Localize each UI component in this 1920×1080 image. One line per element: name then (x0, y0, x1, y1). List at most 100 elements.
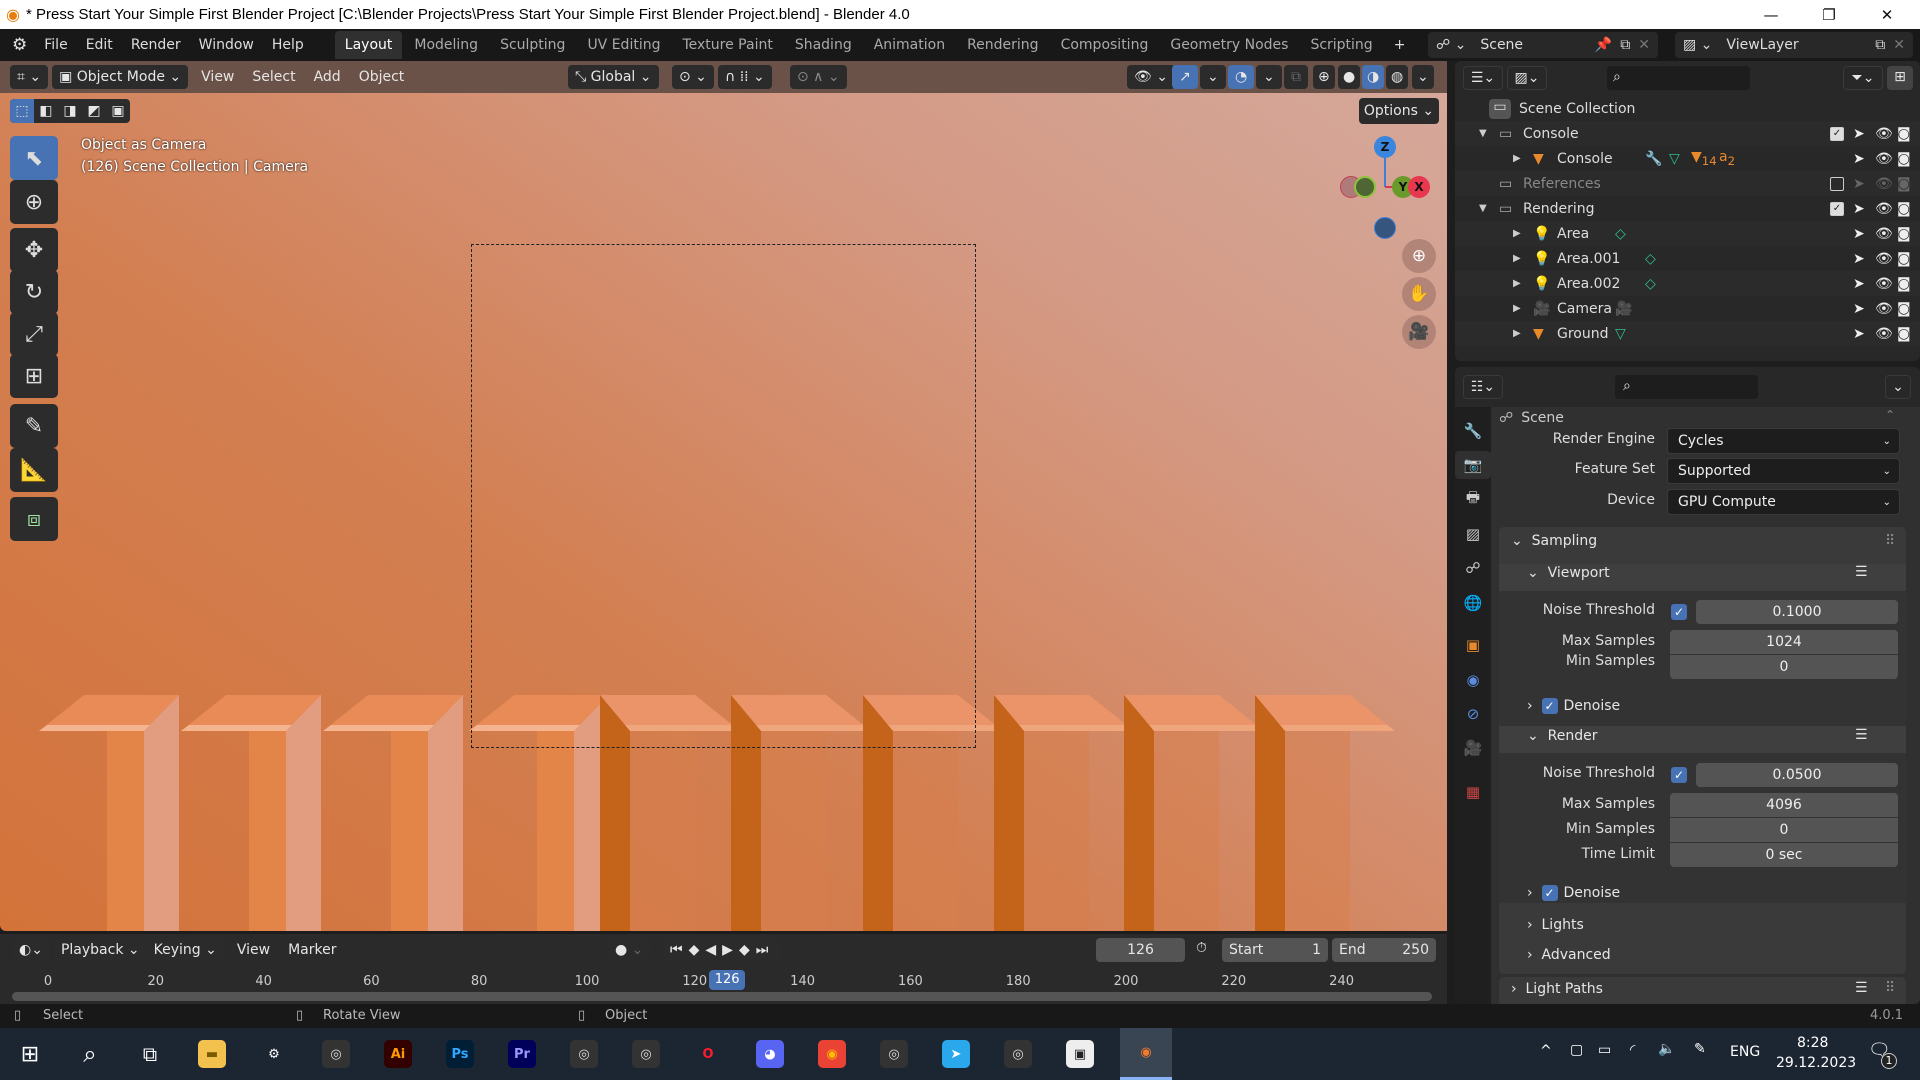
eye-icon[interactable]: 👁 (1875, 301, 1893, 317)
scene-selector[interactable]: ☍ ⌄ Scene 📌 ⧉ ✕ (1428, 32, 1658, 58)
menu-view[interactable]: View (192, 69, 243, 85)
properties-options-button[interactable]: ⌄ (1885, 375, 1911, 399)
gizmo-dropdown[interactable]: ⌄ (1200, 65, 1226, 89)
scene-tab[interactable]: ☍ (1459, 554, 1487, 582)
presets-icon[interactable]: ☰ (1855, 727, 1868, 743)
blender-menu-icon[interactable]: ⚙ (12, 35, 27, 55)
render-max-samples-field[interactable]: 4096 (1670, 793, 1898, 817)
viewport-denoise-header[interactable]: › ✓ Denoise (1527, 698, 1620, 714)
render-noise-checkbox[interactable]: ✓ (1671, 767, 1687, 783)
viewport-max-samples-field[interactable]: 1024 (1670, 630, 1898, 654)
add-workspace-button[interactable]: + (1385, 32, 1415, 58)
clock-date[interactable]: 29.12.2023 (1776, 1055, 1856, 1071)
render-subpanel-header[interactable]: ⌄ Render (1527, 728, 1597, 744)
menu-object[interactable]: Object (350, 69, 414, 85)
tab-shading[interactable]: Shading (785, 31, 862, 59)
rotate-tool[interactable]: ↻ (10, 270, 58, 314)
delete-view-layer-icon[interactable]: ✕ (1893, 37, 1905, 53)
scale-tool[interactable]: ⤢ (10, 312, 58, 356)
new-collection-button[interactable]: ⊞ (1887, 66, 1913, 90)
pen-icon[interactable]: ✎ (1694, 1041, 1706, 1057)
pan-view-button[interactable]: ✋ (1402, 277, 1436, 311)
drag-handle-icon[interactable]: ⠿ (1885, 533, 1895, 549)
render-camera-icon[interactable]: ◙ (1897, 176, 1911, 192)
sampling-header[interactable]: ⌄ Sampling (1511, 533, 1597, 549)
minimize-button[interactable]: — (1748, 0, 1794, 29)
outliner-filter-mode[interactable]: ▨⌄ (1507, 66, 1547, 90)
transform-tool[interactable]: ⊞ (10, 354, 58, 398)
taskbar-blender[interactable]: ◉ (1120, 1028, 1172, 1080)
proportional-edit-toggle[interactable]: ⊙ ∧ ⌄ (790, 65, 847, 89)
editor-type-button[interactable]: ⌗ ⌄ (10, 65, 49, 89)
menu-file[interactable]: File (35, 32, 76, 58)
texture-tab[interactable]: ▦ (1459, 778, 1487, 806)
exclude-checkbox[interactable]: ✓ (1830, 126, 1844, 141)
new-view-layer-icon[interactable]: ⧉ (1875, 37, 1885, 53)
physics-tab[interactable]: ◉ (1459, 666, 1487, 694)
selectable-icon[interactable]: ➤ (1853, 276, 1865, 292)
taskbar-premiere[interactable]: Pr (500, 1034, 544, 1074)
camera-tray-icon[interactable]: ▢ (1570, 1042, 1583, 1058)
outliner-item[interactable]: ▶ 💡 Area ◇ ➤ 👁 ◙ (1455, 221, 1920, 246)
world-tab[interactable]: 🌐 (1459, 589, 1487, 617)
maximize-button[interactable]: ❐ (1806, 0, 1852, 29)
taskbar-steam[interactable]: ⚙ (252, 1034, 296, 1074)
render-camera-icon[interactable]: ◙ (1897, 251, 1911, 267)
constraints-tab[interactable]: ⊘ (1459, 700, 1487, 728)
outliner-item[interactable]: ▶ 💡 Area.002 ◇ ➤ 👁 ◙ (1455, 271, 1920, 296)
expand-right-icon[interactable]: ▶ (1513, 303, 1521, 314)
view-layer-selector[interactable]: ▨ ⌄ ViewLayer ⧉ ✕ (1675, 32, 1913, 58)
tab-scripting[interactable]: Scripting (1300, 31, 1382, 59)
outliner-item[interactable]: ▼ ▭ Console ✓ ➤ 👁 ◙ (1455, 121, 1920, 146)
menu-help[interactable]: Help (263, 32, 313, 58)
viewport-min-samples-field[interactable]: 0 (1670, 655, 1898, 679)
expand-right-icon[interactable]: ▶ (1513, 253, 1521, 264)
outliner-root[interactable]: ▭ Scene Collection (1455, 96, 1920, 121)
xray-toggle[interactable]: ⧉ (1284, 65, 1308, 89)
eye-icon[interactable]: 👁 (1875, 326, 1893, 342)
shading-material-button[interactable]: ◑ (1362, 65, 1385, 89)
tab-compositing[interactable]: Compositing (1051, 31, 1159, 59)
render-camera-icon[interactable]: ◙ (1897, 126, 1911, 142)
pivot-dropdown[interactable]: ⊙ ⌄ (672, 65, 714, 89)
taskbar-app[interactable]: ◎ (314, 1034, 358, 1074)
render-min-samples-field[interactable]: 0 (1670, 818, 1898, 842)
expand-right-icon[interactable]: ▶ (1513, 278, 1521, 289)
zoom-view-button[interactable]: ⊕ (1402, 239, 1436, 273)
selectable-icon[interactable]: ➤ (1853, 326, 1865, 342)
eye-icon[interactable]: 👁 (1875, 226, 1893, 242)
new-scene-icon[interactable]: ⧉ (1620, 37, 1630, 53)
select-new-icon[interactable]: ⬚ (10, 99, 34, 123)
selectable-icon[interactable]: ➤ (1853, 226, 1865, 242)
tab-sculpting[interactable]: Sculpting (490, 31, 575, 59)
render-engine-dropdown[interactable]: Cycles ⌄ (1667, 428, 1900, 454)
render-denoise-checkbox[interactable]: ✓ (1541, 885, 1558, 901)
task-view-button[interactable]: ⧉ (128, 1034, 172, 1074)
eye-icon[interactable]: 👁 (1875, 151, 1893, 167)
eye-icon[interactable]: 👁 (1875, 251, 1893, 267)
eye-icon[interactable]: 👁 (1875, 201, 1893, 217)
exclude-checkbox[interactable] (1830, 176, 1844, 191)
render-camera-icon[interactable]: ◙ (1897, 301, 1911, 317)
shading-solid-button[interactable]: ● (1338, 65, 1361, 89)
selectable-icon[interactable]: ➤ (1853, 301, 1865, 317)
render-noise-threshold-field[interactable]: 0.0500 (1696, 763, 1898, 787)
orientation-dropdown[interactable]: ⤡ Global ⌄ (568, 65, 659, 89)
select-intersect-icon[interactable]: ▣ (106, 99, 130, 123)
outliner-search-input[interactable]: ⌕ (1607, 66, 1750, 90)
mode-dropdown[interactable]: ▣ Object Mode ⌄ (52, 65, 189, 89)
selectable-icon[interactable]: ➤ (1853, 151, 1865, 167)
eye-icon[interactable]: 👁 (1875, 126, 1893, 142)
taskbar-discord[interactable]: ◕ (748, 1034, 792, 1074)
eye-icon[interactable]: 👁 (1875, 176, 1893, 192)
expand-right-icon[interactable]: ▶ (1513, 153, 1521, 164)
options-dropdown[interactable]: Options ⌄ (1359, 98, 1439, 124)
render-denoise-header[interactable]: › ✓ Denoise (1527, 885, 1620, 901)
snap-toggle[interactable]: ∩ ⁞⁞ ⌄ (718, 65, 772, 89)
annotate-tool[interactable]: ✎ (10, 404, 58, 448)
menu-edit[interactable]: Edit (77, 32, 122, 58)
taskbar-app[interactable]: ◎ (562, 1034, 606, 1074)
taskbar-app[interactable]: ◎ (996, 1034, 1040, 1074)
view-layer-tab[interactable]: ▨ (1459, 520, 1487, 548)
taskbar-photoshop[interactable]: Ps (438, 1034, 482, 1074)
